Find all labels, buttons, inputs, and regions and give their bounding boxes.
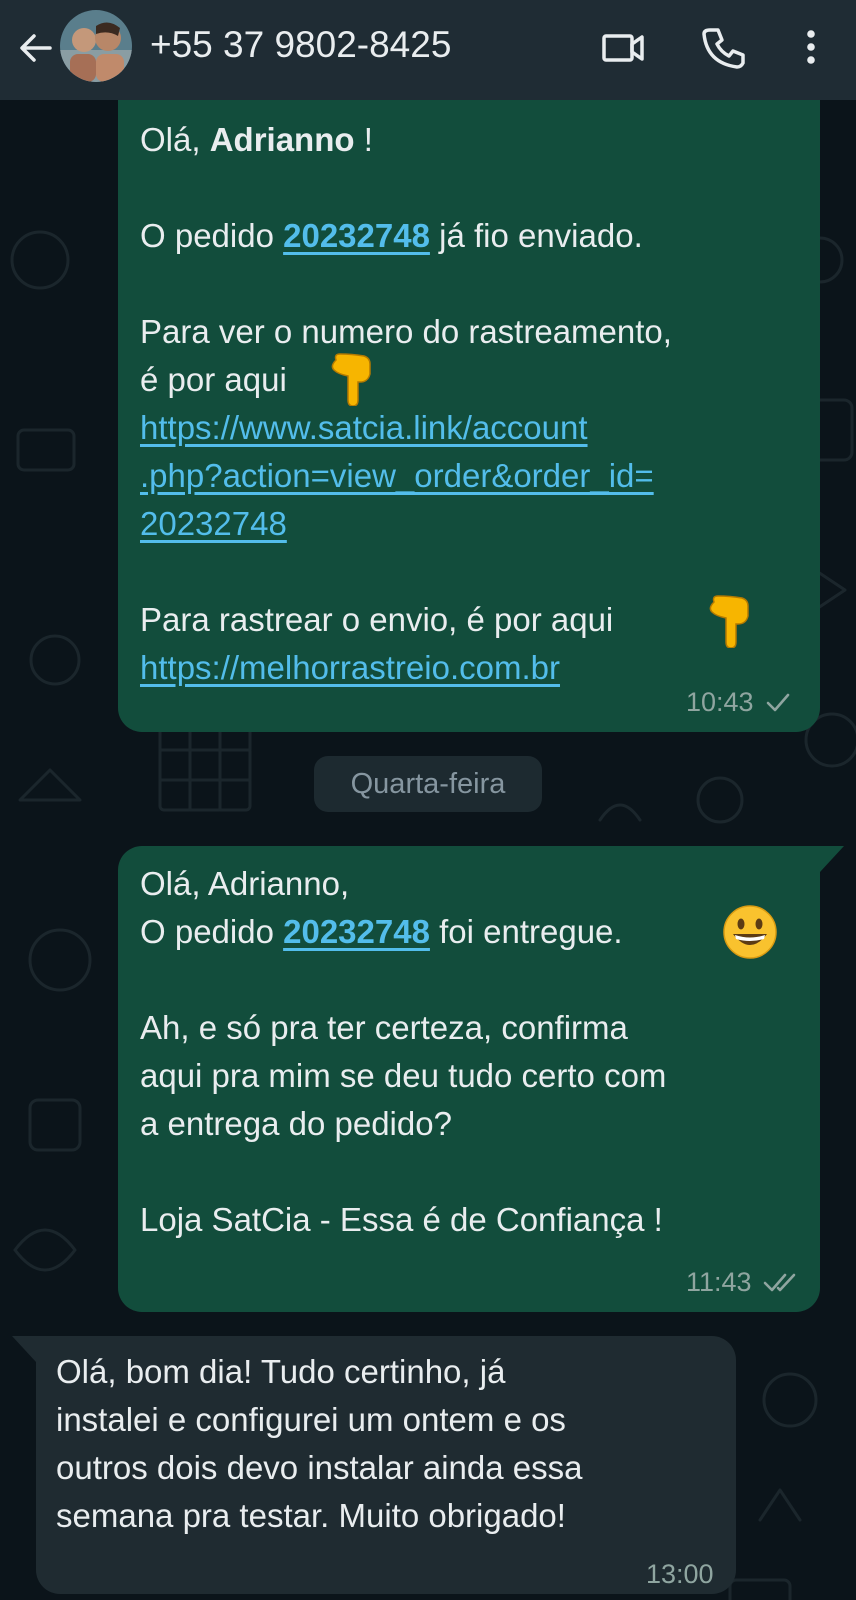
message-signature: Loja SatCia - Essa é de Confiança ! — [140, 1201, 663, 1238]
message-text: foi entregue. — [429, 913, 623, 950]
message-text: instalei e configurei um ontem e os — [56, 1401, 566, 1438]
order-number-link[interactable]: 20232748 — [283, 913, 430, 950]
message-bubble-outgoing[interactable]: Olá, Adrianno ! O pedido 20232748 já fio… — [118, 100, 820, 732]
message-time: 10:43 — [686, 687, 754, 717]
arrow-left-icon[interactable] — [14, 26, 58, 70]
bubble-tail — [12, 1336, 36, 1362]
grinning-face-emoji-icon — [723, 905, 777, 959]
message-text: a entrega do pedido? — [140, 1105, 452, 1142]
day-divider: Quarta-feira — [314, 756, 542, 812]
message-text: O pedido — [140, 217, 284, 254]
track-shipment-link[interactable]: https://melhorrastreio.com.br — [140, 644, 560, 692]
chat-header: +55 37 9802-8425 — [0, 0, 856, 100]
pointing-down-emoji-icon — [709, 595, 749, 648]
message-text: Ah, e só pra ter certeza, confirma — [140, 1009, 628, 1046]
phone-icon[interactable] — [698, 22, 748, 72]
avatar[interactable] — [60, 10, 132, 82]
message-text: é por aqui — [140, 361, 287, 398]
message-text: Para rastrear o envio, é por aqui — [140, 601, 614, 638]
message-text: Olá, Adrianno, — [140, 865, 350, 902]
chat-screen: +55 37 9802-8425 Olá, Adrianno ! O pedid… — [0, 0, 856, 1600]
message-text: outros dois devo instalar ainda essa — [56, 1449, 583, 1486]
single-check-icon — [766, 693, 790, 712]
avatar-photo — [60, 10, 132, 82]
pointing-down-emoji-icon — [331, 353, 371, 406]
message-text: Olá, — [140, 121, 210, 158]
message-bubble-incoming[interactable]: Olá, bom dia! Tudo certinho, já instalei… — [12, 1336, 736, 1594]
tracking-link[interactable]: 20232748 — [140, 500, 287, 548]
message-text: ! — [354, 121, 373, 158]
message-text: Para ver o numero do rastreamento, — [140, 313, 672, 350]
bubble-tail — [820, 846, 844, 872]
tracking-link[interactable]: .php?action=view_order&order_id= — [140, 452, 654, 500]
contact-name[interactable]: +55 37 9802-8425 — [150, 20, 451, 70]
message-time: 13:00 — [646, 1559, 714, 1589]
message-text: já fio enviado. — [429, 217, 643, 254]
message-time: 11:43 — [686, 1267, 752, 1297]
video-camera-icon[interactable] — [598, 22, 648, 72]
message-bubble-outgoing[interactable]: Olá, Adrianno, O pedido 20232748 foi ent… — [118, 846, 844, 1312]
message-text: Olá, bom dia! Tudo certinho, já — [56, 1353, 506, 1390]
customer-name: Adrianno — [209, 121, 355, 158]
message-text: O pedido — [140, 913, 284, 950]
message-text: aqui pra mim se deu tudo certo com — [140, 1057, 667, 1094]
message-text: semana pra testar. Muito obrigado! — [56, 1497, 566, 1534]
order-number-link[interactable]: 20232748 — [283, 217, 430, 254]
double-check-icon — [763, 1273, 796, 1292]
more-vertical-icon[interactable] — [786, 22, 836, 72]
tracking-link[interactable]: https://www.satcia.link/account — [140, 404, 588, 452]
